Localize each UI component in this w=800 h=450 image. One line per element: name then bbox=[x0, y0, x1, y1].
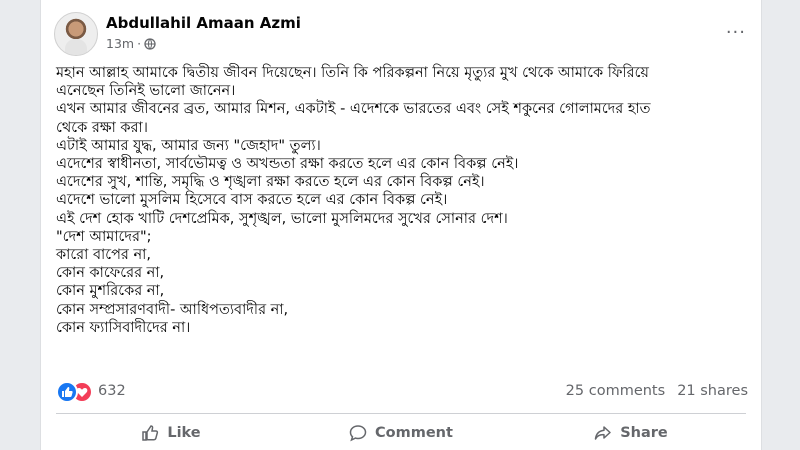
scrollbar[interactable] bbox=[795, 0, 800, 450]
like-label: Like bbox=[167, 425, 201, 441]
post-line: কারো বাপের না, bbox=[56, 247, 151, 264]
post-text: মহান আল্লাহ আমাকে দ্বিতীয় জীবন দিয়েছেন… bbox=[56, 64, 751, 337]
like-button[interactable]: Like bbox=[56, 418, 286, 448]
globe-icon[interactable] bbox=[144, 38, 156, 53]
author-avatar[interactable] bbox=[54, 12, 98, 56]
thumbs-up-icon bbox=[142, 425, 159, 441]
share-button[interactable]: Share bbox=[516, 418, 746, 448]
comments-count[interactable]: 25 comments bbox=[566, 383, 666, 399]
share-icon bbox=[594, 426, 611, 440]
post-meta: 13m · bbox=[106, 36, 156, 53]
post-header: Abdullahil Amaan Azmi 13m · ··· bbox=[54, 12, 754, 58]
post-line: এদেশের স্বাধীনতা, সার্বভৌমত্ব ও অখন্ডতা … bbox=[56, 156, 519, 173]
post-line: এদেশে ভালো মুসলিম হিসেবে বাস করতে হলে এর… bbox=[56, 192, 448, 209]
post-line: এখন আমার জীবনের ব্রত, আমার মিশন, একটাই -… bbox=[56, 101, 651, 118]
comment-label: Comment bbox=[375, 425, 453, 441]
post-line: এদেশের সুখ, শান্তি, সমৃদ্ধি ও শৃঙ্খলা রক… bbox=[56, 174, 485, 191]
reaction-bar: 632 25 comments 21 shares bbox=[56, 381, 756, 403]
share-label: Share bbox=[620, 425, 668, 441]
meta-separator: · bbox=[137, 36, 142, 51]
post-line: "দেশ আমাদের"; bbox=[56, 228, 152, 245]
post-line: এনেছেন তিনিই ভালো জানেন। bbox=[56, 83, 236, 100]
post-time[interactable]: 13m bbox=[106, 36, 134, 51]
post-line: কোন ফ্যাসিবাদীদের না। bbox=[56, 319, 191, 336]
author-name[interactable]: Abdullahil Amaan Azmi bbox=[106, 14, 301, 32]
engagement-counts: 25 comments 21 shares bbox=[554, 383, 748, 399]
like-reaction-icon bbox=[56, 381, 78, 403]
comment-icon bbox=[349, 425, 367, 442]
post-line: এই দেশ হোক খাটি দেশপ্রেমিক, সুশৃঙ্খল, ভা… bbox=[56, 210, 508, 227]
post-card: Abdullahil Amaan Azmi 13m · ··· মহান আল্ল… bbox=[40, 0, 762, 450]
more-options-icon[interactable]: ··· bbox=[726, 24, 746, 42]
reaction-count[interactable]: 632 bbox=[98, 383, 126, 399]
post-line: কোন সম্প্রসারণবাদী- আধিপত্যবাদীর না, bbox=[56, 301, 289, 318]
post-line: এটাই আমার যুদ্ধ, আমার জন্য "জেহাদ" তুল্য… bbox=[56, 137, 321, 154]
post-line: কোন মুশরিকের না, bbox=[56, 283, 165, 300]
post-actions: Like Comment Share bbox=[56, 418, 746, 448]
shares-count[interactable]: 21 shares bbox=[677, 383, 748, 399]
divider bbox=[56, 413, 746, 414]
comment-button[interactable]: Comment bbox=[286, 418, 516, 448]
post-line: কোন কাফেরের না, bbox=[56, 265, 165, 282]
post-line: মহান আল্লাহ আমাকে দ্বিতীয় জীবন দিয়েছেন… bbox=[56, 65, 649, 81]
post-line: থেকে রক্ষা করা। bbox=[56, 119, 148, 136]
